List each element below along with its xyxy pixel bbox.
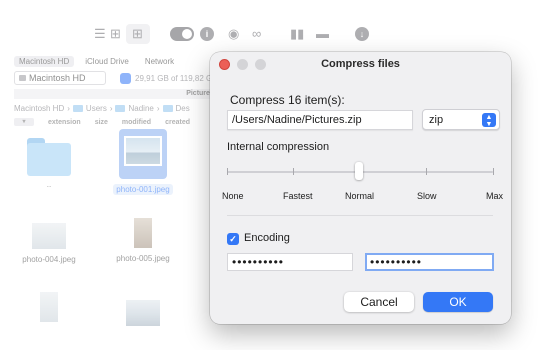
- preview-icon[interactable]: ◉: [228, 27, 239, 41]
- level-label-none: None: [222, 191, 244, 201]
- column-header[interactable]: extension: [48, 119, 81, 126]
- folder-icon: [162, 104, 173, 112]
- column-header[interactable]: created: [165, 119, 190, 126]
- archive-path-field[interactable]: /Users/Nadine/Pictures.zip: [227, 110, 413, 130]
- folder-icon: [27, 138, 71, 176]
- breadcrumb-item[interactable]: Macintosh HD: [14, 104, 64, 113]
- file-tile[interactable]: ..: [12, 138, 86, 189]
- file-tile[interactable]: [106, 298, 180, 328]
- file-label: photo-001.jpeg: [113, 184, 173, 195]
- column-view-icon[interactable]: ⊞: [110, 27, 121, 41]
- folder-icon: [115, 104, 126, 112]
- photo-thumbnail: [132, 216, 154, 250]
- file-tile[interactable]: photo-004.jpeg: [12, 221, 86, 264]
- photo-thumbnail: [38, 290, 60, 324]
- binoculars-icon[interactable]: ∞: [252, 27, 261, 41]
- level-label-normal: Normal: [345, 191, 375, 201]
- selection-highlight: [119, 129, 167, 179]
- column-header[interactable]: modified: [122, 119, 151, 126]
- file-tile[interactable]: photo-001.jpeg: [106, 129, 180, 197]
- ok-button[interactable]: OK: [423, 292, 493, 312]
- breadcrumb-item[interactable]: Nadine: [128, 104, 153, 113]
- grid-view-icon[interactable]: ⊞: [132, 27, 143, 41]
- photo-thumbnail: [124, 298, 162, 328]
- chevron-updown-icon: ▲ ▼: [482, 113, 496, 128]
- level-label-fastest: Fastest: [283, 191, 313, 201]
- cancel-button[interactable]: Cancel: [344, 292, 414, 312]
- slider-tick: [227, 168, 228, 175]
- encoding-checkbox[interactable]: ✓: [227, 233, 239, 245]
- breadcrumb-item[interactable]: Des: [176, 104, 190, 113]
- breadcrumb: Macintosh HD › Users › Nadine › Des: [14, 103, 190, 113]
- location-tab[interactable]: iCloud Drive: [80, 56, 134, 67]
- info-icon[interactable]: i: [200, 27, 214, 41]
- encoding-label: Encoding: [244, 232, 290, 244]
- column-headers: ▾ extension size modified created: [14, 117, 190, 127]
- level-label-max: Max: [486, 191, 504, 201]
- volume-row: Macintosh HD 29,91 GB of 119,82 GB fr: [14, 71, 225, 85]
- split-icon[interactable]: ▮▮: [290, 27, 304, 41]
- format-select-value: zip: [429, 114, 444, 126]
- photo-thumbnail: [30, 221, 68, 251]
- toggle-icon[interactable]: [170, 27, 194, 41]
- file-label: ..: [46, 180, 52, 189]
- download-icon[interactable]: ↓: [355, 27, 369, 41]
- level-label-slow: Slow: [417, 191, 437, 201]
- volume-select-arrow-icon[interactable]: [120, 72, 131, 84]
- compress-dialog: Compress files Compress 16 item(s): /Use…: [210, 52, 511, 324]
- file-tile[interactable]: [12, 290, 86, 324]
- column-header[interactable]: size: [95, 119, 108, 126]
- sort-arrow-icon[interactable]: ▾: [14, 118, 34, 126]
- dialog-title: Compress files: [321, 58, 400, 70]
- format-select[interactable]: zip ▲ ▼: [422, 109, 500, 130]
- slider-knob[interactable]: [355, 162, 363, 180]
- compress-count-label: Compress 16 item(s):: [230, 93, 345, 107]
- file-browser-toolbar: ☰ ⊞ ⊞ i ◉ ∞ ▮▮ ▬ ↓: [0, 16, 386, 52]
- breadcrumb-item[interactable]: Users: [86, 104, 107, 113]
- file-label: photo-005.jpeg: [116, 254, 170, 263]
- location-tab[interactable]: Network: [140, 56, 179, 67]
- list-view-icon[interactable]: ☰: [94, 27, 106, 41]
- file-label: photo-004.jpeg: [22, 255, 76, 264]
- locations-bar: Macintosh HD iCloud Drive Network: [14, 54, 179, 68]
- archive-icon[interactable]: ▬: [316, 27, 329, 41]
- slider-tick: [426, 168, 427, 175]
- password-field[interactable]: ••••••••••: [227, 253, 353, 271]
- photo-thumbnail: [124, 136, 162, 166]
- slider-tick: [293, 168, 294, 175]
- divider: [227, 215, 493, 216]
- file-tile[interactable]: photo-005.jpeg: [106, 216, 180, 263]
- compression-label: Internal compression: [227, 141, 330, 153]
- location-tab[interactable]: Macintosh HD: [14, 55, 75, 67]
- password-confirm-field[interactable]: ••••••••••: [365, 253, 494, 271]
- slider-tick: [493, 168, 494, 175]
- folder-icon: [72, 104, 83, 112]
- volume-select[interactable]: Macintosh HD: [14, 71, 106, 85]
